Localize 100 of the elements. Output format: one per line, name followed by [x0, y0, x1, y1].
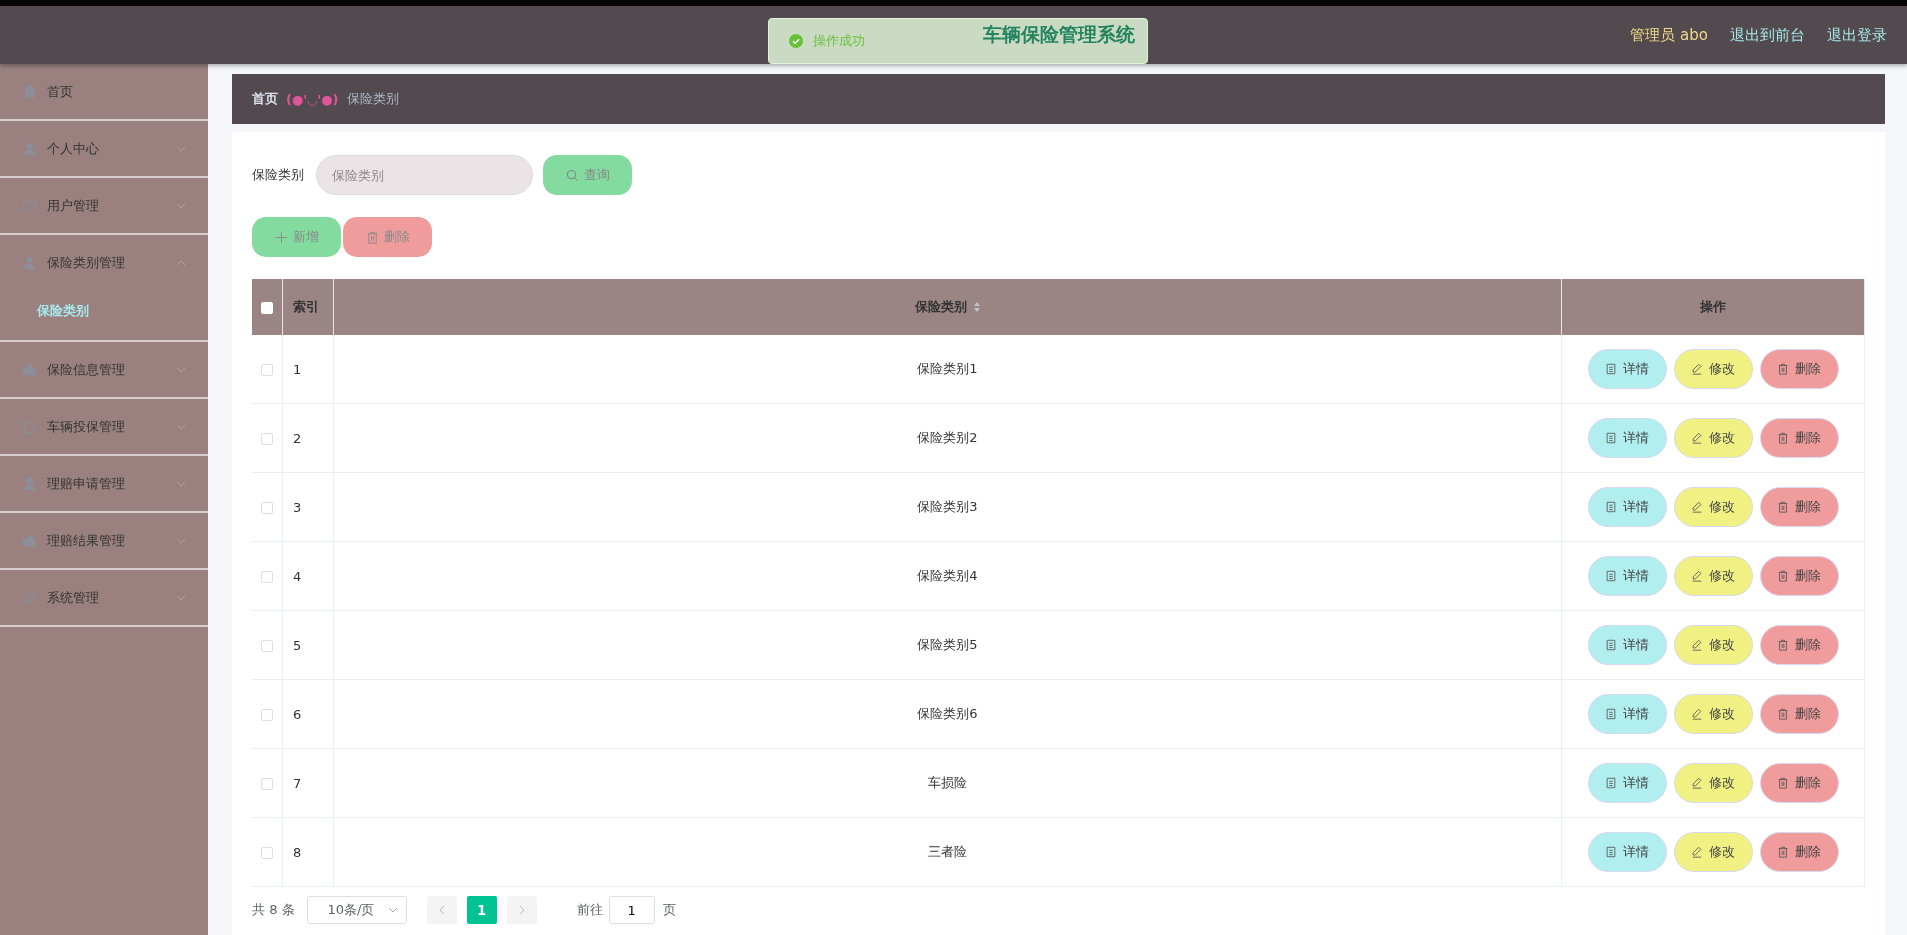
chevron-icon: [176, 594, 186, 601]
house-icon: [22, 84, 37, 99]
person-icon: [22, 141, 37, 156]
sort-icon[interactable]: [972, 301, 981, 313]
row-checkbox[interactable]: [261, 778, 273, 790]
edit-button[interactable]: 修改: [1673, 556, 1753, 596]
document-icon: [1605, 708, 1617, 720]
table-cell: 8: [293, 844, 302, 860]
check-circle-icon: [789, 34, 803, 48]
header-link[interactable]: 退出到前台: [1730, 25, 1805, 45]
delete-button[interactable]: 删除: [1759, 694, 1839, 734]
chevron-icon: [176, 423, 186, 430]
menu-item[interactable]: 用户管理: [0, 178, 208, 233]
edit-button[interactable]: 修改: [1673, 418, 1753, 458]
trash-icon: [1777, 639, 1789, 651]
row-checkbox[interactable]: [261, 364, 273, 376]
edit-button[interactable]: 修改: [1673, 625, 1753, 665]
details-button[interactable]: 详情: [1587, 832, 1667, 872]
details-button[interactable]: 详情: [1587, 625, 1667, 665]
page-number-field[interactable]: 1: [608, 896, 655, 924]
row-checkbox[interactable]: [261, 709, 273, 721]
breadcrumb-home[interactable]: 首页: [252, 90, 278, 108]
column-header: 保险类别: [914, 299, 967, 314]
pencil-icon: [1691, 708, 1703, 720]
search-field[interactable]: 保险类别: [316, 155, 533, 195]
edit-button[interactable]: 修改: [1673, 487, 1753, 527]
details-button[interactable]: 详情: [1587, 763, 1667, 803]
select-all-checkbox[interactable]: [261, 302, 273, 314]
delete-button[interactable]: 删除: [1759, 556, 1839, 596]
delete-button[interactable]: 删除: [1759, 349, 1839, 389]
page-size-select[interactable]: 10条/页: [306, 896, 407, 924]
menu-item[interactable]: 理赔结果管理: [0, 513, 208, 568]
chevron-icon: [176, 202, 186, 209]
pencil-icon: [1691, 777, 1703, 789]
menu-item[interactable]: 系统管理: [0, 570, 208, 625]
chevron-left-icon: [438, 905, 445, 915]
previous-page-button[interactable]: [426, 896, 457, 924]
trash-icon: [1777, 501, 1789, 513]
total-count: 共 8 条: [252, 901, 295, 919]
edit-button[interactable]: 修改: [1673, 763, 1753, 803]
trash-icon: [1777, 777, 1789, 789]
delete-button[interactable]: 删除: [1759, 625, 1839, 665]
table-cell: 三者险: [928, 844, 967, 859]
person-icon: [22, 476, 37, 491]
details-button[interactable]: 详情: [1587, 694, 1667, 734]
trash-icon: [1777, 708, 1789, 720]
chevron-icon: [176, 366, 186, 373]
document-icon: [1605, 570, 1617, 582]
document-icon: [1605, 639, 1617, 651]
plus-icon: [274, 230, 288, 244]
breadcrumb-current: 保险类别: [346, 90, 399, 108]
chevron-icon: [176, 259, 186, 266]
menu-item[interactable]: 首页: [0, 64, 208, 119]
user-name: 管理员 abo: [1630, 25, 1708, 45]
submenu-item[interactable]: 保险类别: [0, 290, 208, 340]
menu-item[interactable]: 理赔申请管理: [0, 456, 208, 511]
table-cell: 3: [293, 499, 302, 515]
trash-icon: [1777, 363, 1789, 375]
menu-item[interactable]: 保险类别管理: [0, 235, 208, 290]
trash-icon: [1777, 570, 1789, 582]
delete-button[interactable]: 删除: [1759, 832, 1839, 872]
app-title: 车辆保险管理系统: [982, 22, 1135, 47]
row-checkbox[interactable]: [261, 502, 273, 514]
document-icon: [1605, 432, 1617, 444]
table-cell: 保险类别5: [917, 637, 978, 652]
next-page-button[interactable]: [506, 896, 537, 924]
search-label: 保险类别: [252, 166, 304, 184]
trash-icon: [1777, 432, 1789, 444]
menu-item[interactable]: 个人中心: [0, 121, 208, 176]
details-button[interactable]: 详情: [1587, 349, 1667, 389]
pencil-icon: [1691, 501, 1703, 513]
row-checkbox[interactable]: [261, 571, 273, 583]
header-link[interactable]: 退出登录: [1827, 25, 1887, 45]
chevron-icon: [176, 145, 186, 152]
document-icon: [1605, 501, 1617, 513]
delete-button[interactable]: 删除: [1759, 487, 1839, 527]
bell-off-icon: [22, 590, 37, 605]
column-header: 索引: [293, 299, 319, 314]
details-button[interactable]: 详情: [1587, 556, 1667, 596]
row-checkbox[interactable]: [261, 433, 273, 445]
delete-button[interactable]: 删除: [1759, 418, 1839, 458]
power-icon: [22, 419, 37, 434]
menu-item[interactable]: 保险信息管理: [0, 342, 208, 397]
chevron-icon: [176, 537, 186, 544]
toast-message: 操作成功: [813, 32, 865, 50]
edit-button[interactable]: 修改: [1673, 349, 1753, 389]
table-cell: 保险类别3: [917, 499, 978, 514]
details-button[interactable]: 详情: [1587, 487, 1667, 527]
row-checkbox[interactable]: [261, 847, 273, 859]
edit-button[interactable]: 修改: [1673, 694, 1753, 734]
menu-item[interactable]: 车辆投保管理: [0, 399, 208, 454]
table-cell: 7: [293, 775, 302, 791]
table-cell: 5: [293, 637, 302, 653]
trash-icon: [365, 230, 379, 244]
table-cell: 4: [293, 568, 302, 584]
details-button[interactable]: 详情: [1587, 418, 1667, 458]
table-cell: 保险类别6: [917, 706, 978, 721]
row-checkbox[interactable]: [261, 640, 273, 652]
edit-button[interactable]: 修改: [1673, 832, 1753, 872]
delete-button[interactable]: 删除: [1759, 763, 1839, 803]
